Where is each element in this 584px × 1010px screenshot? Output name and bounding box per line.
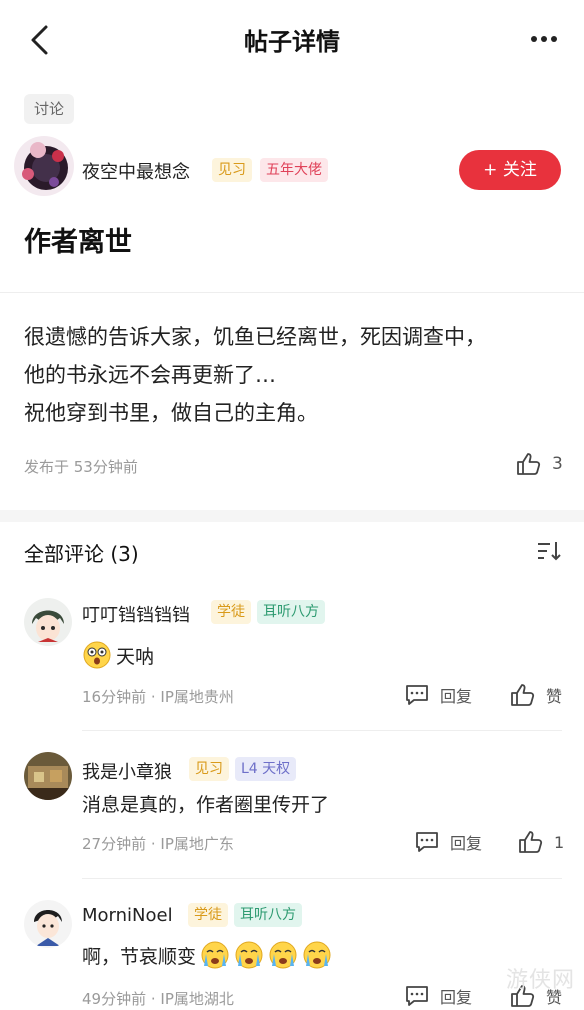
post-content: 很遗憾的告诉大家，饥鱼已经离世，死因调查中， 他的书永远不会再更新了… 祝他穿到…	[24, 318, 564, 432]
content-line: 很遗憾的告诉大家，饥鱼已经离世，死因调查中，	[24, 325, 486, 349]
divider	[0, 292, 584, 293]
crying-face-icon	[235, 941, 263, 969]
thumbs-up-icon	[517, 453, 541, 475]
comments-title: 全部评论 (3)	[24, 542, 139, 566]
title-badge: L4 天权	[235, 757, 297, 781]
content-line: 祝他穿到书里，做自己的主角。	[24, 401, 318, 425]
comment-like-button[interactable]: 1	[518, 830, 564, 854]
author-name[interactable]: 夜空中最想念	[82, 158, 190, 184]
commenter-name[interactable]: MorniNoel	[82, 905, 173, 926]
crying-face-icon	[303, 941, 331, 969]
page-title: 帖子详情	[244, 28, 340, 56]
crying-face-icon	[201, 941, 229, 969]
comment-icon	[416, 832, 438, 852]
commenter-badges: 学徒 耳听八方	[188, 903, 302, 927]
comment-text: 天呐	[82, 640, 154, 670]
reply-label: 回复	[440, 687, 473, 706]
level-badge: 见习	[189, 757, 229, 781]
comment-icon	[406, 685, 428, 705]
post-like-button[interactable]: 3	[516, 452, 563, 476]
thumbs-up-icon	[519, 831, 543, 853]
post-time: 发布于 53分钟前	[24, 458, 138, 476]
author-badges: 见习 五年大佬	[212, 158, 328, 182]
like-count: 1	[554, 832, 565, 852]
comment-divider	[82, 730, 562, 731]
reply-button[interactable]: 回复	[414, 830, 482, 854]
follow-button[interactable]: + 关注	[459, 150, 561, 190]
like-label: 赞	[546, 687, 563, 706]
watermark: 游侠网	[506, 968, 576, 993]
comment-text-content: 天呐	[116, 645, 155, 668]
post-title: 作者离世	[24, 227, 132, 258]
comment-meta: 49分钟前 · IP属地湖北	[82, 990, 234, 1008]
commenter-avatar[interactable]	[24, 752, 72, 800]
reply-button[interactable]: 回复	[404, 984, 472, 1008]
commenter-avatar[interactable]	[24, 598, 72, 646]
sort-icon[interactable]	[536, 540, 562, 562]
comment-divider	[82, 878, 562, 879]
level-badge: 学徒	[211, 600, 251, 624]
level-badge: 见习	[212, 158, 252, 182]
title-badge: 耳听八方	[257, 600, 325, 624]
level-badge: 学徒	[188, 903, 228, 927]
title-badge: 耳听八方	[234, 903, 302, 927]
crying-face-icon	[269, 941, 297, 969]
commenter-badges: 见习 L4 天权	[189, 757, 297, 781]
top-bar: 帖子详情	[0, 0, 584, 78]
reply-label: 回复	[440, 988, 473, 1007]
like-count: 3	[552, 454, 563, 474]
commenter-name[interactable]: 我是小章狼	[82, 758, 172, 784]
comment-icon	[406, 986, 428, 1006]
author-avatar[interactable]	[14, 136, 74, 196]
title-badge: 五年大佬	[260, 158, 328, 182]
comment-text-content: 消息是真的，作者圈里传开了	[82, 794, 330, 816]
content-line: 他的书永远不会再更新了…	[24, 363, 276, 387]
comment-like-button[interactable]: 赞	[510, 683, 562, 707]
comment-meta: 16分钟前 · IP属地贵州	[82, 688, 234, 706]
reply-label: 回复	[450, 834, 483, 853]
comment-text: 啊，节哀顺变	[82, 940, 332, 970]
post-category-tag[interactable]: 讨论	[24, 94, 75, 124]
reply-button[interactable]: 回复	[404, 683, 472, 707]
more-icon[interactable]	[526, 24, 562, 54]
comment-text-content: 啊，节哀顺变	[82, 945, 197, 968]
shocked-face-icon	[83, 641, 111, 669]
section-separator	[0, 510, 584, 522]
commenter-name[interactable]: 叮叮铛铛铛铛	[82, 601, 190, 627]
comment-text: 消息是真的，作者圈里传开了	[82, 790, 329, 817]
commenter-badges: 学徒 耳听八方	[211, 600, 325, 624]
comment-meta: 27分钟前 · IP属地广东	[82, 835, 234, 853]
commenter-avatar[interactable]	[24, 900, 72, 948]
thumbs-up-icon	[511, 684, 535, 706]
